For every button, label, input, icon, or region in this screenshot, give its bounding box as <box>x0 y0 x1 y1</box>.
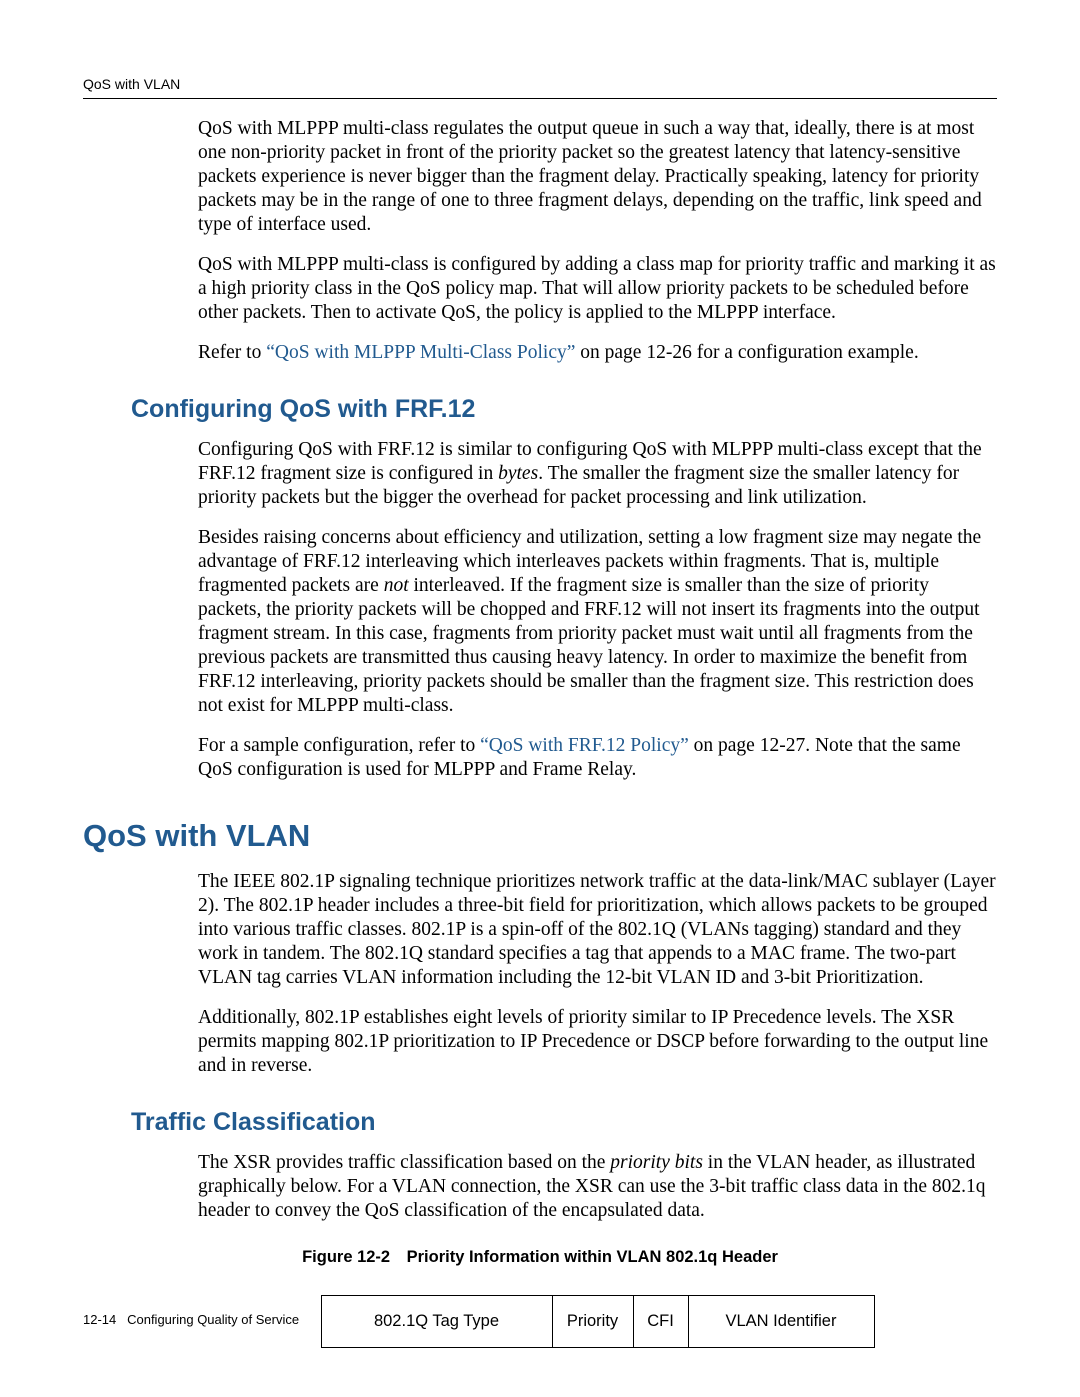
frf-paragraph-3: For a sample configuration, refer to “Qo… <box>198 734 997 782</box>
frf-paragraph-1: Configuring QoS with FRF.12 is similar t… <box>198 438 997 510</box>
cell-cfi: CFI <box>633 1296 688 1348</box>
heading-traffic-classification: Traffic Classification <box>131 1108 997 1137</box>
vlan-paragraph-1: The IEEE 802.1P signaling technique prio… <box>198 870 997 990</box>
cell-tag-type: 802.1Q Tag Type <box>321 1296 552 1348</box>
heading-qos-with-vlan: QoS with VLAN <box>83 818 997 854</box>
cell-vlan-identifier: VLAN Identifier <box>688 1296 874 1348</box>
text-fragment: on page 12-26 for a configuration exampl… <box>575 342 918 363</box>
intro-paragraph-3: Refer to “QoS with MLPPP Multi-Class Pol… <box>198 341 997 365</box>
cell-priority: Priority <box>552 1296 633 1348</box>
frf-paragraph-2: Besides raising concerns about efficienc… <box>198 526 997 718</box>
emphasis-priority-bits: priority bits <box>610 1152 703 1173</box>
footer-page-number: 12-14 <box>83 1312 116 1327</box>
text-fragment: For a sample configuration, refer to <box>198 735 480 756</box>
intro-paragraph-2: QoS with MLPPP multi-class is configured… <box>198 253 997 325</box>
link-qos-frf12-policy[interactable]: “QoS with FRF.12 Policy” <box>480 735 689 756</box>
page: QoS with VLAN QoS with MLPPP multi-class… <box>0 0 1080 1397</box>
emphasis-not: not <box>384 575 409 596</box>
intro-paragraph-1: QoS with MLPPP multi-class regulates the… <box>198 117 997 237</box>
traffic-paragraph-1: The XSR provides traffic classification … <box>198 1151 997 1223</box>
emphasis-bytes: bytes <box>498 463 538 484</box>
vlan-paragraph-2: Additionally, 802.1P establishes eight l… <box>198 1006 997 1078</box>
header-rule <box>83 98 997 99</box>
figure-caption: Figure 12-2 Priority Information within … <box>83 1248 997 1267</box>
page-footer: 12-14 Configuring Quality of Service <box>83 1312 299 1327</box>
link-qos-mlppp-policy[interactable]: “QoS with MLPPP Multi-Class Policy” <box>266 342 575 363</box>
figure-wrap: 802.1Q Tag Type Priority CFI VLAN Identi… <box>198 1295 997 1348</box>
text-fragment: Refer to <box>198 342 266 363</box>
table-row: 802.1Q Tag Type Priority CFI VLAN Identi… <box>321 1296 874 1348</box>
running-head: QoS with VLAN <box>83 76 997 92</box>
text-fragment: The XSR provides traffic classification … <box>198 1152 610 1173</box>
vlan-header-diagram: 802.1Q Tag Type Priority CFI VLAN Identi… <box>321 1295 875 1348</box>
footer-chapter-title: Configuring Quality of Service <box>127 1312 299 1327</box>
heading-configuring-qos-frf12: Configuring QoS with FRF.12 <box>131 395 997 424</box>
